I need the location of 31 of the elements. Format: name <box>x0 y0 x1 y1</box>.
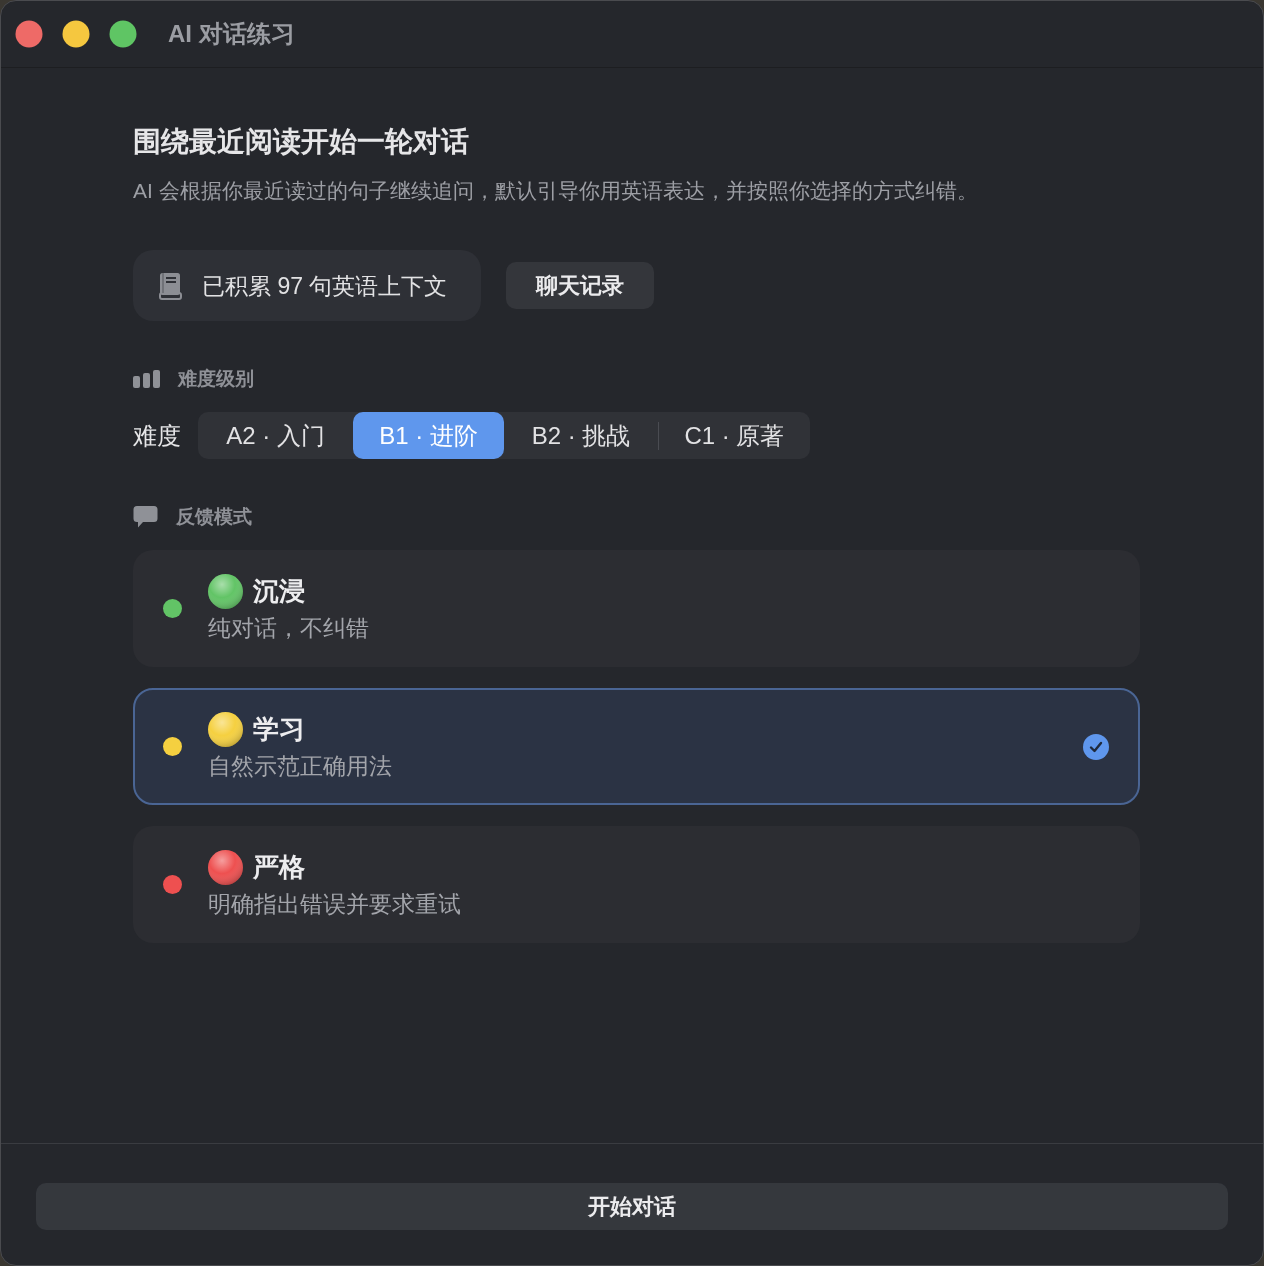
page-heading: 围绕最近阅读开始一轮对话 <box>133 125 469 159</box>
checkmark-icon <box>1083 733 1109 760</box>
close-window-icon[interactable] <box>15 20 43 48</box>
chat-history-button[interactable]: 聊天记录 <box>506 262 654 309</box>
feedback-mode-card[interactable]: 学习 自然示范正确用法 <box>133 688 1140 805</box>
section-heading: 反馈模式 <box>176 505 252 529</box>
mode-title: 沉浸 <box>253 575 305 608</box>
context-count-text: 已积累 97 句英语上下文 <box>202 271 448 301</box>
start-conversation-button[interactable]: 开始对话 <box>36 1183 1228 1230</box>
colored-circle-icon <box>208 711 243 747</box>
mode-description: 自然示范正确用法 <box>208 752 392 781</box>
book-icon <box>159 271 182 300</box>
mode-description: 纯对话，不纠错 <box>208 614 369 643</box>
colored-circle-icon <box>208 573 243 609</box>
window-title: AI 对话练习 <box>168 19 295 49</box>
speech-bubble-icon <box>133 505 158 529</box>
colored-circle-icon <box>208 849 243 885</box>
bar-chart-icon <box>133 370 160 388</box>
difficulty-tab[interactable]: C1 · 原著 <box>659 412 810 459</box>
difficulty-tab[interactable]: A2 · 入门 <box>198 412 353 459</box>
difficulty-label: 难度 <box>133 420 181 451</box>
mode-title: 严格 <box>253 851 305 884</box>
difficulty-tab[interactable]: B2 · 挑战 <box>504 412 658 459</box>
zoom-window-icon[interactable] <box>109 20 137 48</box>
section-heading: 难度级别 <box>178 367 254 391</box>
minimize-window-icon[interactable] <box>62 20 90 48</box>
feedback-mode-card[interactable]: 沉浸 纯对话，不纠错 <box>133 550 1140 667</box>
mode-description: 明确指出错误并要求重试 <box>208 890 461 919</box>
feedback-mode-card[interactable]: 严格 明确指出错误并要求重试 <box>133 826 1140 943</box>
mode-title: 学习 <box>253 713 305 746</box>
page-description: AI 会根据你最近读过的句子继续追问，默认引导你用英语表达，并按照你选择的方式纠错。 <box>133 178 978 204</box>
